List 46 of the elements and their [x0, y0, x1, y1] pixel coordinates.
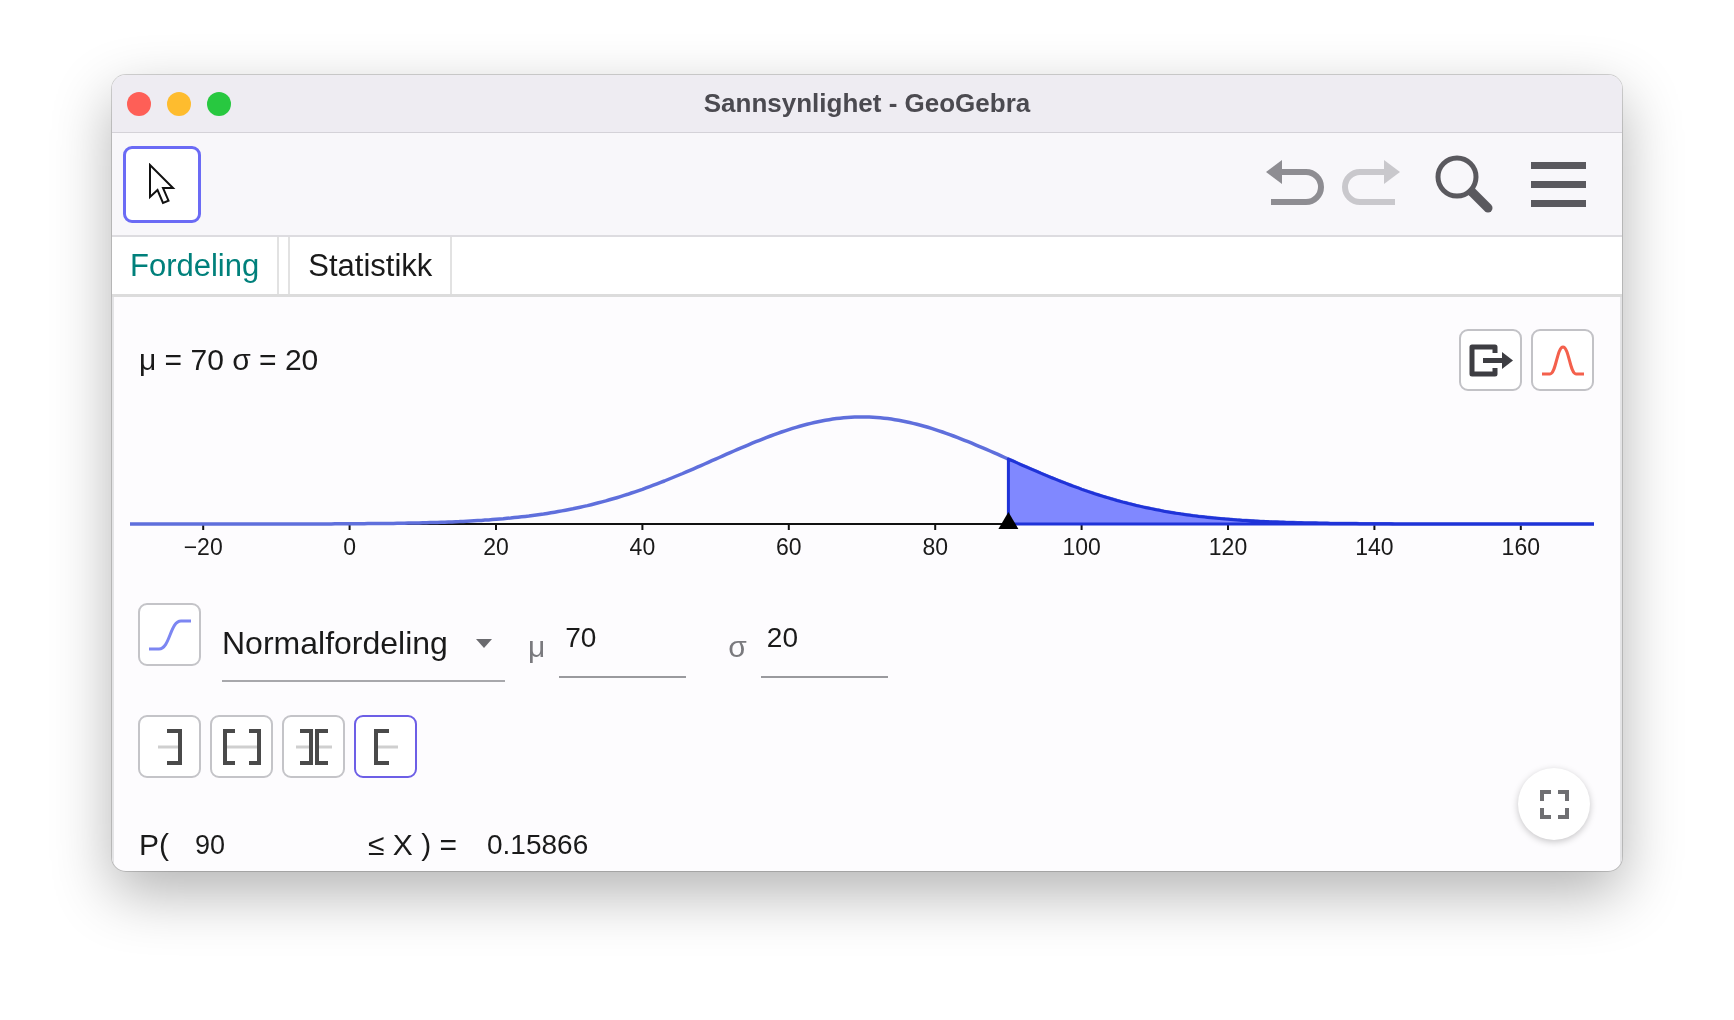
parameter-label: μ = 70 σ = 20: [139, 343, 319, 377]
lower-bound-field[interactable]: 90: [180, 825, 355, 865]
interval-mode-button[interactable]: [138, 715, 201, 778]
pointer-icon: [148, 162, 176, 206]
close-button[interactable]: [127, 91, 151, 116]
distribution-dropdown[interactable]: Normalfordeling: [222, 603, 505, 682]
export-button[interactable]: [1459, 329, 1522, 391]
undo-icon[interactable]: [1266, 160, 1326, 208]
tab[interactable]: Statistikk: [288, 237, 453, 294]
tick-label: 0: [343, 534, 356, 560]
interval-bracket-icon: [295, 728, 332, 765]
window-title: Sannsynlighet - GeoGebra: [703, 88, 1031, 119]
tick-label: 100: [1062, 534, 1101, 560]
probability-result: 0.15866: [487, 829, 589, 861]
tick-label: 140: [1355, 534, 1394, 560]
interval-bracket-icon: [222, 728, 261, 765]
interval-bracket-icon: [157, 728, 182, 765]
tick-label: 60: [776, 534, 802, 560]
probability-relation: ≤ X ) =: [368, 828, 457, 862]
triangle-marker-icon[interactable]: [998, 512, 1019, 529]
caret-icon: [476, 639, 492, 648]
tick-label: 40: [629, 534, 656, 560]
parameter-field[interactable]: 70: [559, 617, 687, 678]
interval-mode-button[interactable]: [354, 715, 417, 778]
tick-label: −20: [183, 534, 223, 560]
tick-label: 80: [922, 534, 948, 560]
fullscreen-icon: [1539, 789, 1569, 819]
move-tool-button[interactable]: [123, 145, 201, 223]
menu-icon[interactable]: [1531, 161, 1586, 207]
search-icon[interactable]: [1434, 154, 1494, 214]
export-icon: [1468, 343, 1513, 377]
cumulative-curve-icon: [146, 617, 193, 652]
tick-label: 160: [1501, 534, 1540, 560]
parameter-symbol: σ: [728, 629, 747, 665]
bell-curve-icon: [1540, 343, 1585, 377]
probability-prefix: P(: [139, 828, 169, 862]
fullscreen-button[interactable]: [1518, 768, 1590, 840]
tick-label: 120: [1208, 534, 1248, 560]
parameter-field[interactable]: 20: [760, 617, 888, 678]
interval-mode-button[interactable]: [210, 715, 273, 778]
normal-overlay-button[interactable]: [1531, 329, 1594, 391]
parameter-symbol: μ: [528, 629, 546, 665]
interval-bracket-icon: [373, 728, 398, 765]
interval-mode-button[interactable]: [282, 715, 345, 778]
cumulative-toggle[interactable]: [138, 603, 201, 666]
tick-label: 20: [483, 534, 509, 560]
